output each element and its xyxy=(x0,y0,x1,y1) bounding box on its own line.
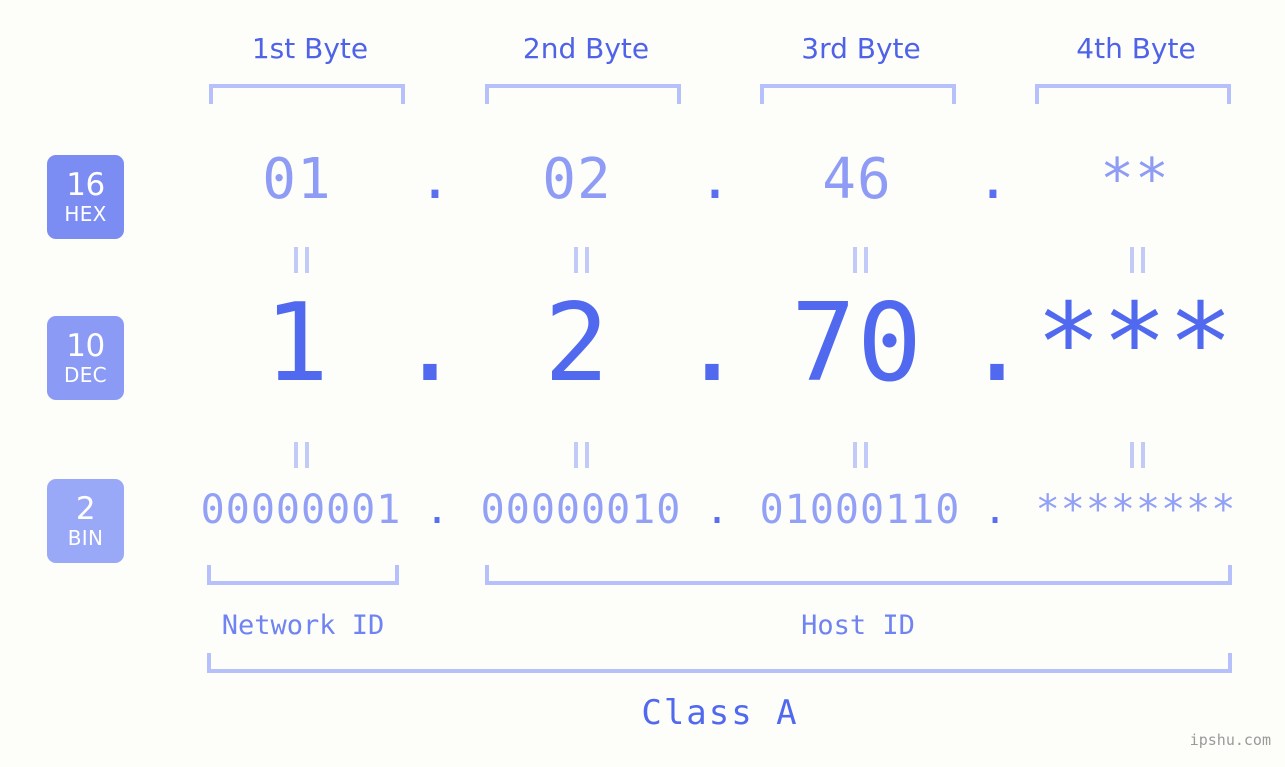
hex-separator-2: . xyxy=(698,147,732,212)
hex-separator-3: . xyxy=(976,147,1010,212)
base-badge-bin-number: 2 xyxy=(75,491,96,527)
bin-byte-1: 00000001 xyxy=(200,487,402,533)
hex-byte-4: ** xyxy=(1100,147,1170,212)
base-badge-bin-name: BIN xyxy=(67,526,104,550)
equals-icon-dec-bin-4 xyxy=(1117,442,1157,468)
equals-icon-hex-dec-2 xyxy=(561,247,601,273)
base-badge-hex-number: 16 xyxy=(66,167,105,203)
dec-byte-2: 2 xyxy=(543,281,611,406)
base-badge-hex-name: HEX xyxy=(64,202,107,226)
hex-byte-3: 46 xyxy=(822,147,892,212)
byte-header-3: 3rd Byte xyxy=(801,32,921,65)
bin-separator-3: . xyxy=(982,487,1008,533)
byte-bracket-3 xyxy=(760,84,956,104)
host-id-label: Host ID xyxy=(801,610,915,641)
dec-byte-4: *** xyxy=(1035,281,1235,406)
base-badge-hex[interactable]: 16 HEX xyxy=(47,155,124,239)
bin-byte-2: 00000010 xyxy=(480,487,682,533)
ip-breakdown-diagram: 1st Byte 2nd Byte 3rd Byte 4th Byte 16 H… xyxy=(0,0,1285,767)
bin-separator-2: . xyxy=(704,487,730,533)
byte-bracket-1 xyxy=(209,84,405,104)
base-badge-bin[interactable]: 2 BIN xyxy=(47,479,124,563)
class-bracket xyxy=(207,653,1232,673)
base-badge-dec-number: 10 xyxy=(66,328,105,364)
bin-byte-3: 01000110 xyxy=(759,487,961,533)
equals-icon-dec-bin-1 xyxy=(281,442,321,468)
base-badge-dec-name: DEC xyxy=(64,363,107,387)
equals-icon-hex-dec-3 xyxy=(840,247,880,273)
dec-separator-1: . xyxy=(397,281,463,406)
bin-separator-1: . xyxy=(424,487,450,533)
bin-byte-4: ******** xyxy=(1035,487,1237,533)
equals-icon-dec-bin-3 xyxy=(840,442,880,468)
network-id-label: Network ID xyxy=(221,610,385,641)
dec-separator-3: . xyxy=(964,281,1030,406)
hex-byte-1: 01 xyxy=(262,147,332,212)
base-badge-dec[interactable]: 10 DEC xyxy=(47,316,124,400)
site-watermark: ipshu.com xyxy=(1189,731,1271,749)
dec-byte-3: 70 xyxy=(790,281,924,406)
byte-header-4: 4th Byte xyxy=(1076,32,1196,65)
dec-byte-1: 1 xyxy=(263,281,331,406)
hex-byte-2: 02 xyxy=(542,147,612,212)
byte-bracket-2 xyxy=(485,84,681,104)
network-id-bracket xyxy=(207,565,399,585)
dec-separator-2: . xyxy=(679,281,745,406)
equals-icon-hex-dec-4 xyxy=(1117,247,1157,273)
host-id-bracket xyxy=(485,565,1232,585)
equals-icon-dec-bin-2 xyxy=(561,442,601,468)
byte-header-1: 1st Byte xyxy=(251,32,369,65)
equals-icon-hex-dec-1 xyxy=(281,247,321,273)
byte-header-2: 2nd Byte xyxy=(522,32,650,65)
byte-bracket-4 xyxy=(1035,84,1231,104)
class-label: Class A xyxy=(641,693,799,733)
hex-separator-1: . xyxy=(418,147,452,212)
